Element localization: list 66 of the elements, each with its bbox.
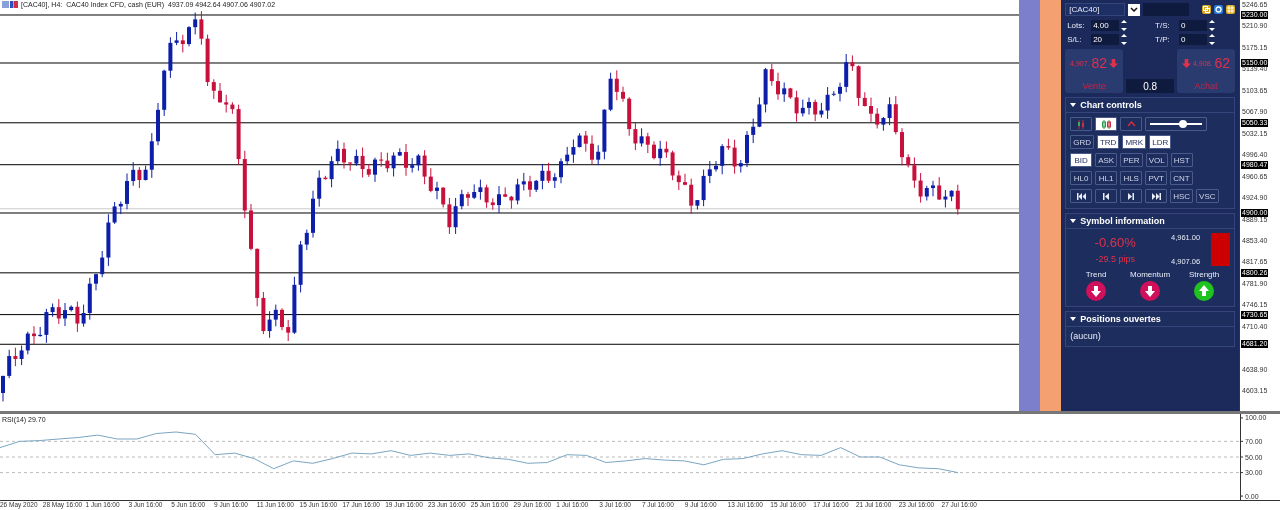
chart-type-button[interactable]: [1095, 117, 1118, 131]
slider-thumb[interactable]: [1179, 120, 1188, 128]
toggle-button[interactable]: VOL: [1145, 153, 1168, 167]
input-field[interactable]: 0: [1179, 20, 1208, 31]
toggle-button[interactable]: LDR: [1149, 135, 1172, 149]
spinner-icon[interactable]: [1121, 20, 1127, 31]
spinner-icon[interactable]: [1209, 34, 1215, 45]
input-field[interactable]: 4.00: [1091, 20, 1120, 31]
field-label: Lots:: [1067, 21, 1086, 30]
copy-icon[interactable]: [1202, 5, 1212, 14]
indicator-label: Trend: [1085, 270, 1107, 279]
symbol-select[interactable]: [CAC40]: [1065, 3, 1126, 16]
toggle-button[interactable]: GRD: [1070, 135, 1094, 149]
caret-icon[interactable]: [1070, 103, 1077, 107]
section-title[interactable]: Chart controls: [1080, 100, 1142, 110]
field-label: S/L:: [1067, 35, 1083, 44]
toggle-button[interactable]: HLS: [1120, 171, 1143, 185]
toggle-button[interactable]: CNT: [1170, 171, 1193, 185]
settings-icon[interactable]: [1214, 5, 1224, 14]
caret-up-icon: [1126, 121, 1136, 127]
spinner-icon[interactable]: [1121, 34, 1127, 45]
input-field[interactable]: 20: [1091, 34, 1120, 45]
scale-button[interactable]: HSC: [1170, 189, 1194, 203]
toggle-button[interactable]: HL1: [1095, 171, 1118, 185]
empty-positions-text: (aucun): [1070, 331, 1102, 341]
window-icon: [2, 1, 18, 8]
caret-icon[interactable]: [1070, 219, 1077, 223]
toggle-button[interactable]: MRK: [1122, 135, 1147, 149]
navigation-button[interactable]: [1120, 189, 1143, 203]
navigation-button[interactable]: [1095, 189, 1118, 203]
field-label: T/P:: [1155, 35, 1171, 44]
toggle-button[interactable]: PVT: [1145, 171, 1168, 185]
down-arrow-icon: [1182, 58, 1192, 68]
change-percent: -0.60%: [1094, 235, 1136, 250]
spread-value: 0.8: [1126, 79, 1175, 93]
toggle-button[interactable]: PER: [1120, 153, 1143, 167]
section-title[interactable]: Positions ouvertes: [1080, 314, 1161, 324]
toggle-button[interactable]: HST: [1170, 153, 1193, 167]
toggle-button[interactable]: BID: [1070, 153, 1093, 167]
spinner-icon[interactable]: [1209, 20, 1215, 31]
toggle-button[interactable]: HL0: [1070, 171, 1093, 185]
section-title[interactable]: Symbol information: [1080, 216, 1165, 226]
caret-icon[interactable]: [1070, 317, 1077, 321]
range-bar: [1211, 233, 1231, 266]
slider[interactable]: [1145, 117, 1208, 131]
input-field[interactable]: [1143, 3, 1190, 16]
indicator-label: Strength: [1188, 270, 1220, 279]
toggle-button[interactable]: ASK: [1095, 153, 1118, 167]
grid-icon[interactable]: [1226, 5, 1236, 14]
scale-button[interactable]: VSC: [1196, 189, 1219, 203]
down-arrow-icon: [1109, 58, 1119, 68]
candlestick-icon: [1101, 119, 1111, 129]
step-back-icon: [1103, 192, 1110, 200]
navigation-button[interactable]: [1145, 189, 1168, 203]
change-pips: -29.5 pips: [1095, 254, 1135, 264]
navigation-button[interactable]: [1070, 189, 1093, 203]
skip-back-icon: [1076, 192, 1086, 200]
indicator-label: Momentum: [1130, 270, 1171, 279]
input-field[interactable]: 0: [1179, 34, 1208, 45]
step-forward-icon: [1128, 192, 1135, 200]
skip-forward-icon: [1151, 192, 1161, 200]
field-label: T/S:: [1155, 21, 1171, 30]
dropdown-button[interactable]: [1128, 3, 1141, 16]
bar-chart-icon: [1077, 119, 1086, 129]
chevron-down-icon: [1130, 7, 1139, 12]
toggle-button[interactable]: TRD: [1096, 135, 1120, 149]
